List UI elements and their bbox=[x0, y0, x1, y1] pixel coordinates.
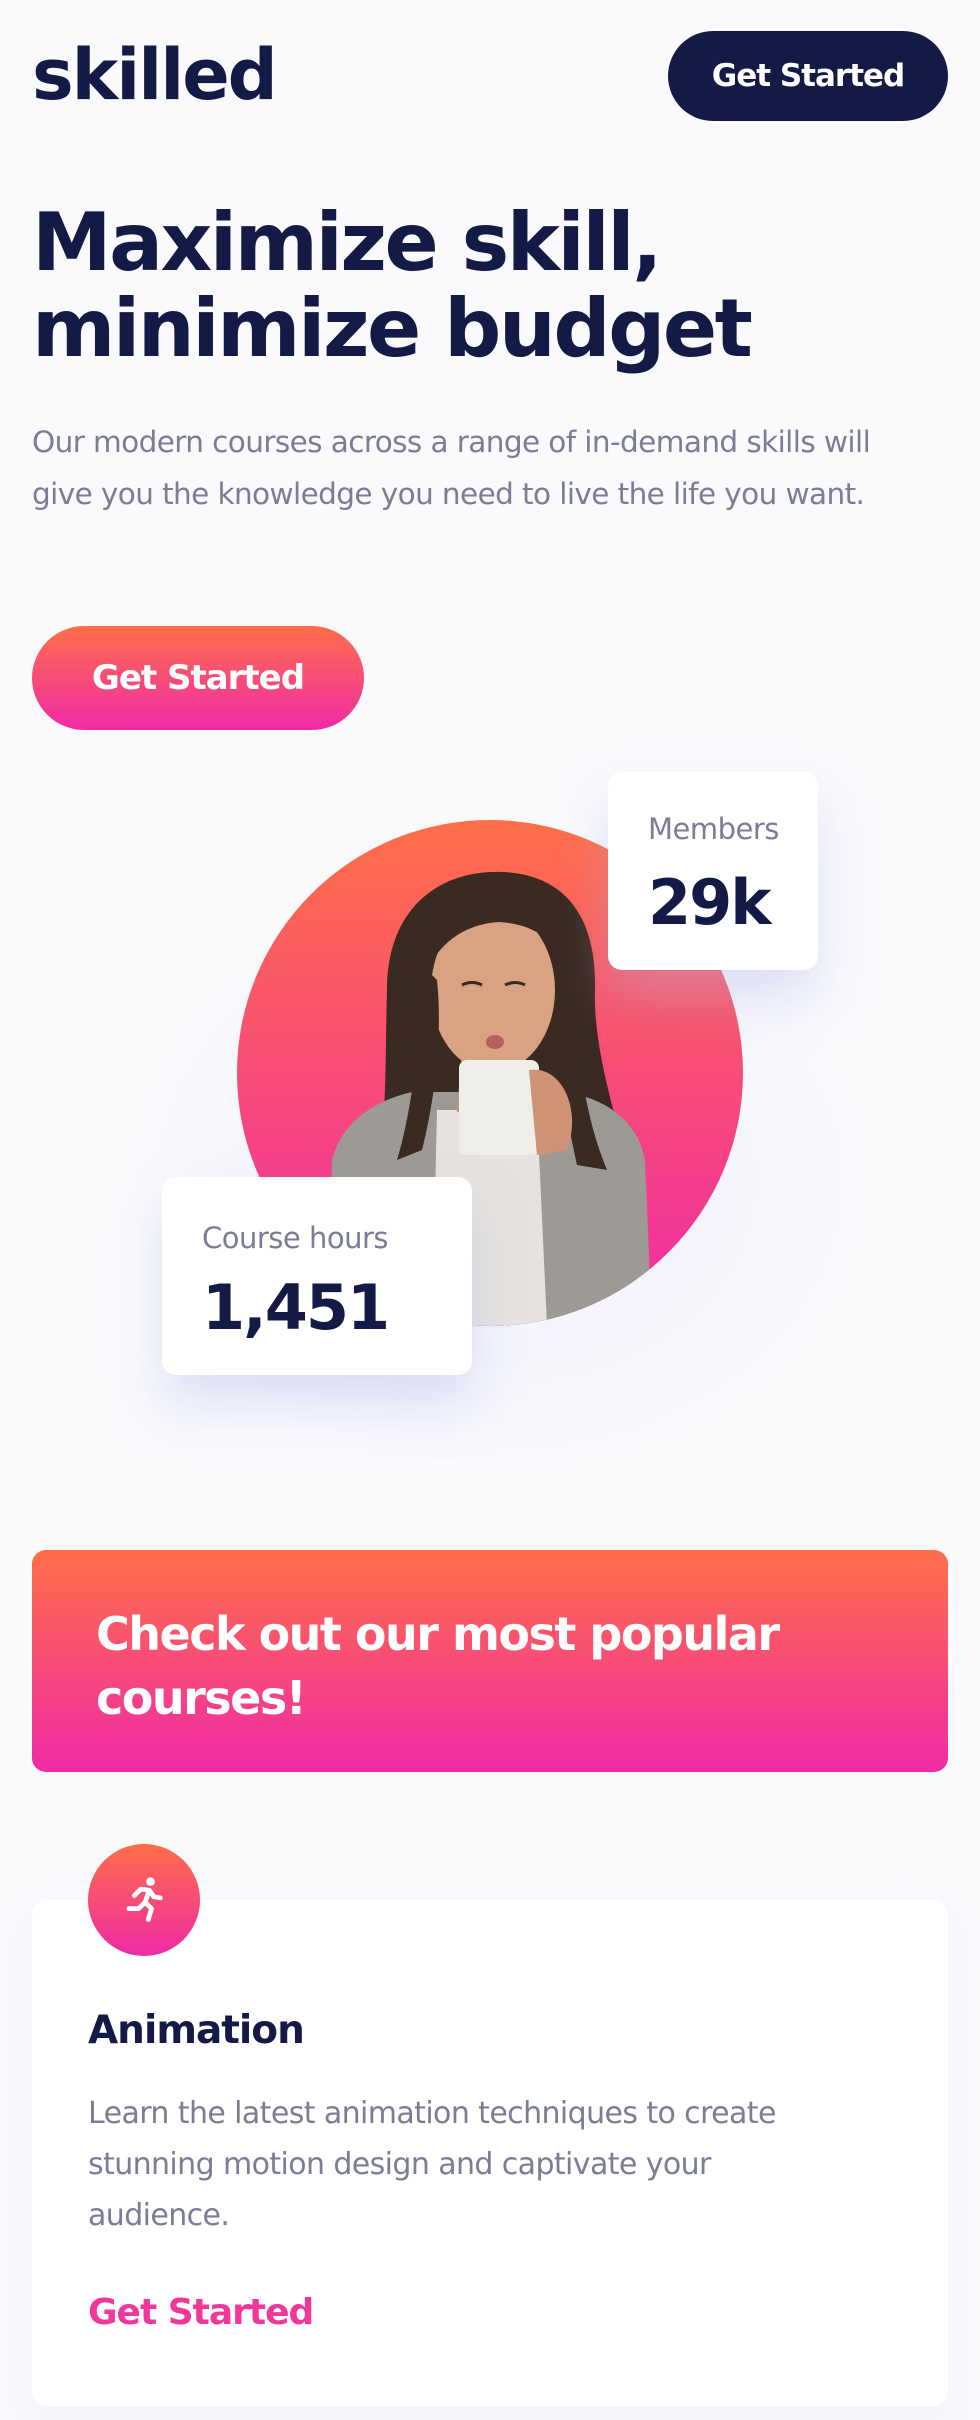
hero-title-line-2: minimize budget bbox=[32, 282, 753, 375]
members-label: Members bbox=[648, 812, 779, 846]
header-get-started-button[interactable]: Get Started bbox=[668, 31, 948, 121]
course-get-started-link[interactable]: Get Started bbox=[88, 2292, 314, 2333]
logo[interactable]: skilled bbox=[32, 30, 278, 120]
hero-visual: Members 29k Course hours 1,451 bbox=[100, 760, 900, 1490]
hero-get-started-button[interactable]: Get Started bbox=[32, 626, 364, 730]
course-hours-label: Course hours bbox=[202, 1221, 389, 1255]
members-stat-card: Members 29k bbox=[608, 772, 818, 970]
course-hours-value: 1,451 bbox=[202, 1271, 390, 1344]
hero-title: Maximize skill, minimize budget bbox=[32, 200, 932, 372]
course-title: Animation bbox=[88, 2008, 305, 2053]
site-header: skilled Get Started bbox=[0, 0, 980, 160]
running-person-icon-glyph bbox=[126, 1877, 163, 1922]
hero-description: Our modern courses across a range of in-… bbox=[32, 425, 871, 511]
running-person-icon bbox=[88, 1844, 200, 1956]
course-hours-stat-card: Course hours 1,451 bbox=[162, 1177, 472, 1375]
course-description: Learn the latest animation techniques to… bbox=[88, 2096, 776, 2233]
popular-courses-title: Check out our most popular courses! bbox=[96, 1607, 780, 1725]
hero-title-line-1: Maximize skill, bbox=[32, 196, 663, 289]
course-card: Animation Learn the latest animation tec… bbox=[32, 1844, 948, 2406]
popular-courses-banner: Check out our most popular courses! bbox=[32, 1550, 948, 1772]
members-value: 29k bbox=[648, 866, 772, 939]
